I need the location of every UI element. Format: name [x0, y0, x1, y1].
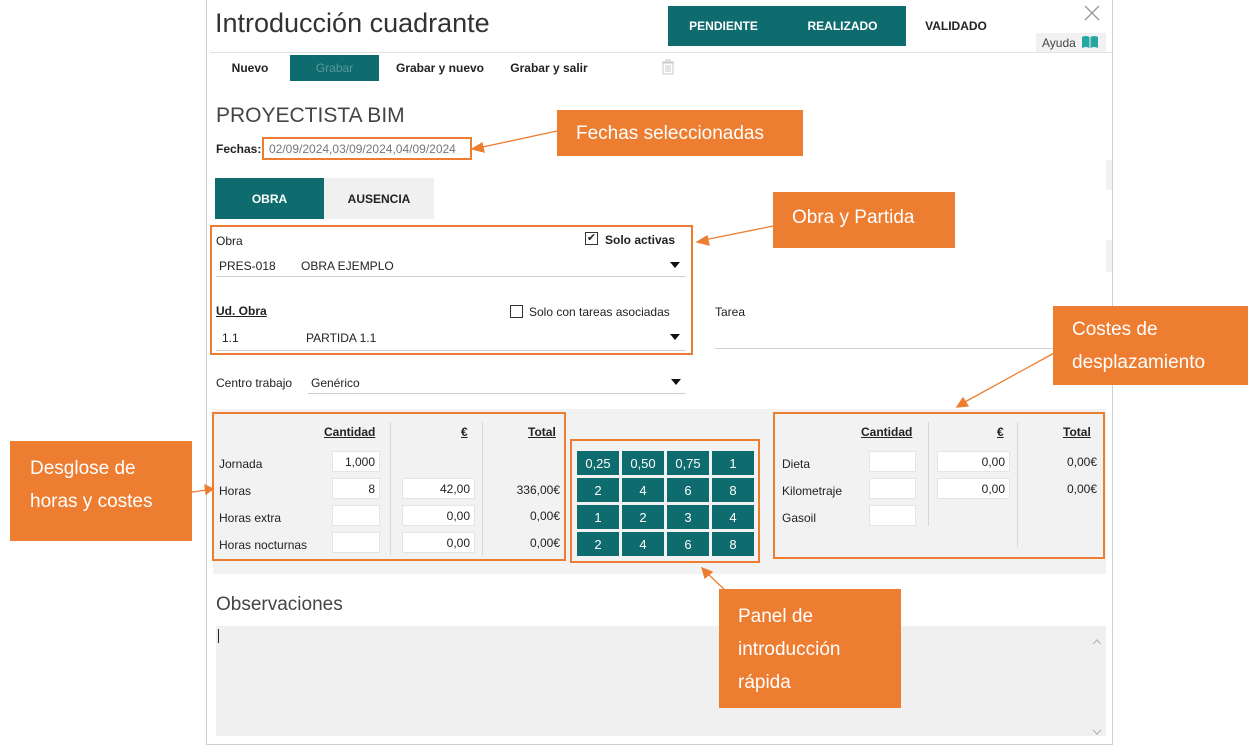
callout-costes-line1: Costes de [1072, 319, 1158, 340]
callout-costes: Costes de desplazamiento [1053, 306, 1248, 385]
callout-costes-line2: desplazamiento [1072, 352, 1206, 373]
callout-desglose-line2: horas y costes [30, 491, 153, 512]
callout-fechas-text: Fechas seleccionadas [576, 123, 764, 144]
callout-desglose: Desglose de horas y costes [10, 441, 192, 541]
callout-panel-line1: Panel de [738, 606, 814, 627]
callout-obra-text: Obra y Partida [792, 207, 915, 228]
callout-obra: Obra y Partida [773, 192, 955, 248]
callout-panel-line2: introducción [738, 639, 841, 660]
callout-panel: Panel de introducción rápida [719, 589, 901, 708]
callout-panel-line3: rápida [738, 672, 791, 693]
callout-desglose-line1: Desglose de [30, 458, 136, 479]
callout-fechas: Fechas seleccionadas [557, 110, 803, 156]
